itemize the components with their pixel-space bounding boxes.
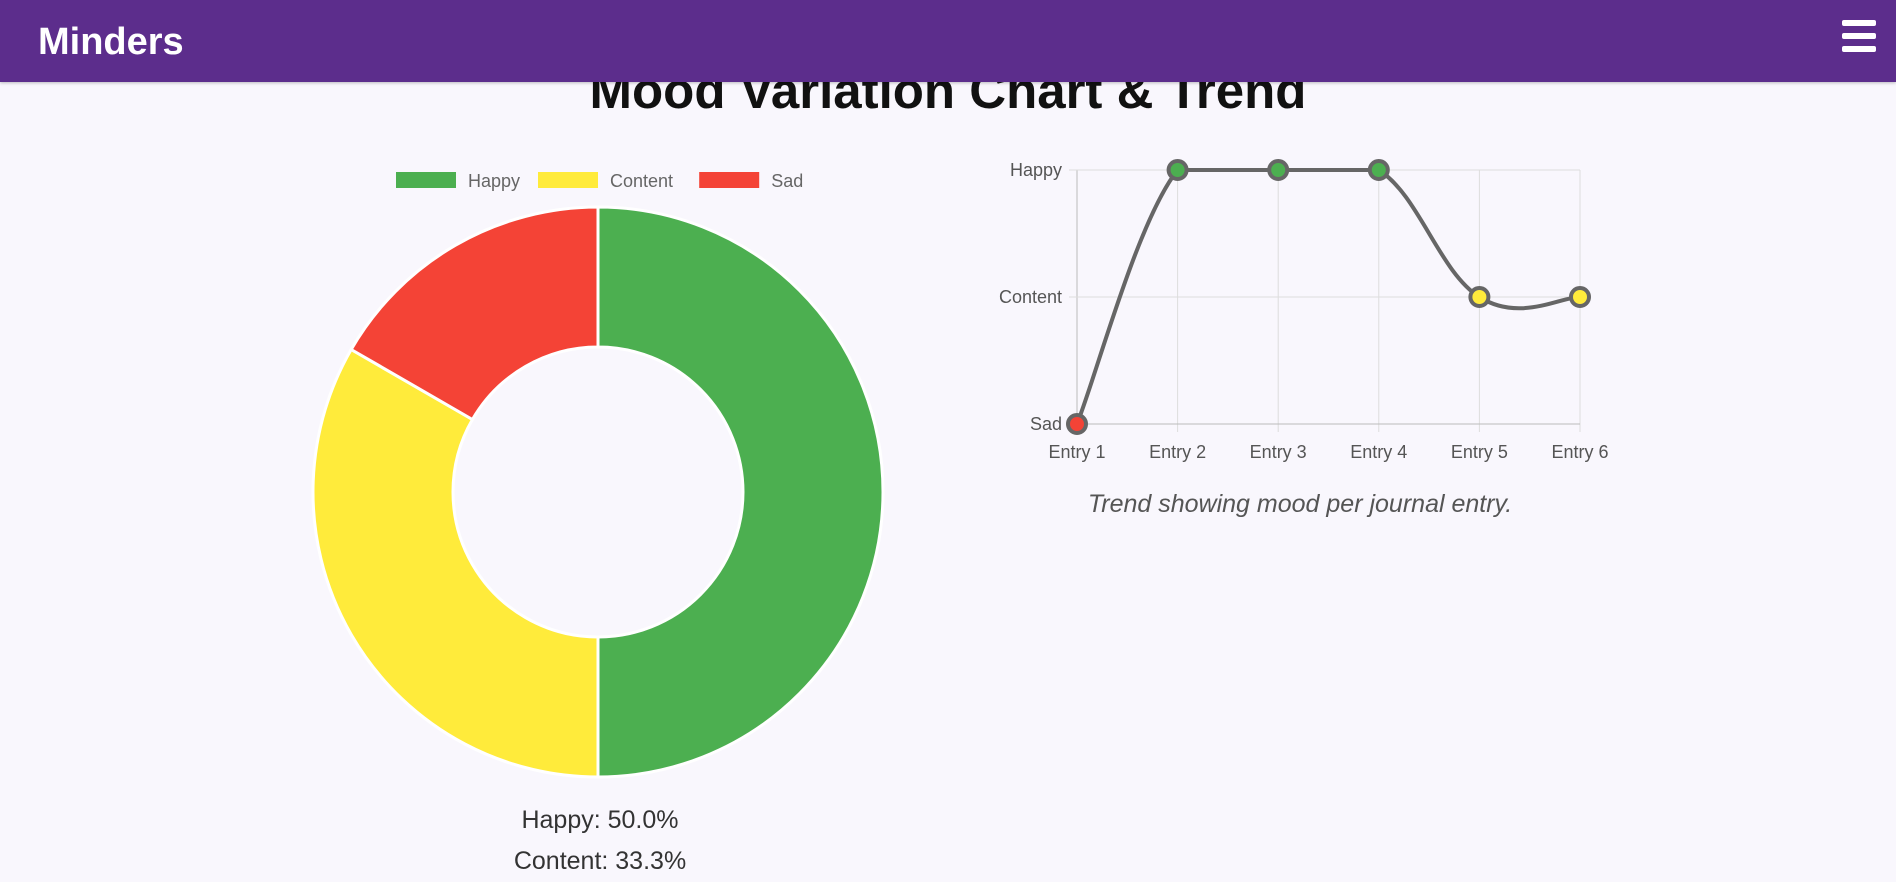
y-tick-happy: Happy bbox=[1010, 160, 1062, 180]
x-tick-entry-5: Entry 5 bbox=[1451, 442, 1508, 462]
y-tick-content: Content bbox=[999, 287, 1062, 307]
y-tick-sad: Sad bbox=[1030, 414, 1062, 434]
trend-point-entry-3 bbox=[1267, 159, 1290, 181]
x-tick-entry-1: Entry 1 bbox=[1048, 442, 1105, 462]
stat-content: Content: 33.3% bbox=[513, 847, 687, 875]
trend-point-entry-2 bbox=[1166, 159, 1189, 181]
stat-happy: Happy: 50.0% bbox=[521, 806, 679, 834]
x-tick-entry-4: Entry 4 bbox=[1350, 442, 1407, 462]
trend-point-entry-5 bbox=[1468, 286, 1491, 308]
mood-trend-chart: Sad Content Happy Entry 1 Entry 2 Entry 3 Entr… bbox=[999, 159, 1609, 462]
trend-point-entry-6 bbox=[1569, 286, 1591, 308]
brand-logo[interactable]: Minders bbox=[38, 20, 184, 64]
hamburger-menu-icon[interactable] bbox=[1842, 20, 1876, 52]
mood-stats: Happy: 50.0% Content: 33.3% bbox=[400, 800, 800, 882]
top-navbar: Minders bbox=[0, 0, 1896, 82]
x-tick-entry-3: Entry 3 bbox=[1250, 442, 1307, 462]
trend-caption: Trend showing mood per journal entry. bbox=[1087, 490, 1513, 518]
x-tick-entry-6: Entry 6 bbox=[1551, 442, 1608, 462]
trend-point-entry-1 bbox=[1066, 413, 1088, 435]
trend-point-entry-4 bbox=[1367, 159, 1390, 181]
x-tick-entry-2: Entry 2 bbox=[1149, 442, 1206, 462]
